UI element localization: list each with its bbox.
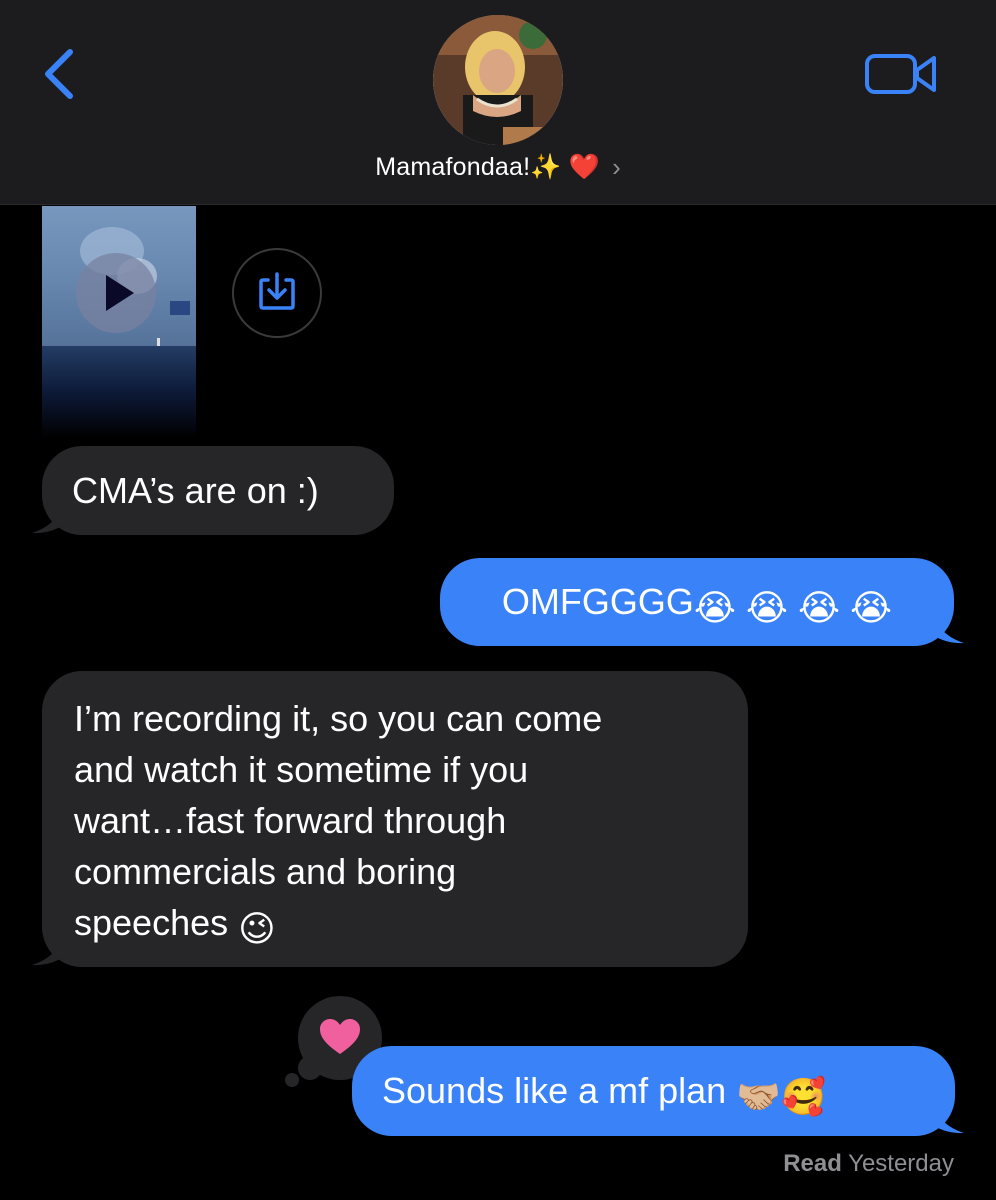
video-camera-icon (865, 54, 936, 94)
contact-name: Mamafondaa!✨ ❤️ (375, 152, 601, 181)
chevron-right-icon: › (612, 151, 621, 182)
handshake-smiling-hearts-emoji: 🤝🏼🥰 (736, 1076, 826, 1117)
play-icon (106, 275, 134, 311)
loudly-crying-emoji: 😭 😭 😭 😭 (693, 587, 893, 628)
conversation-header: Mamafondaa!✨ ❤️ › (0, 0, 996, 205)
save-video-button[interactable] (232, 248, 322, 338)
message-text: OMFGGGG (501, 581, 694, 622)
chevron-left-icon (45, 49, 73, 99)
bubble-tail (928, 610, 964, 644)
bubble-tail (928, 1100, 964, 1134)
contact-name-row[interactable]: Mamafondaa!✨ ❤️ › (0, 150, 996, 184)
winking-face-emoji: 😉 (238, 908, 276, 949)
read-status: Read (783, 1150, 842, 1177)
bubble-tail (32, 932, 68, 966)
read-time: Yesterday (848, 1150, 954, 1177)
video-attachment[interactable] (42, 206, 196, 438)
message-line: want…fast forward through (74, 800, 507, 841)
message-line: speeches (74, 902, 229, 943)
message-text: CMA’s are on :) (72, 470, 319, 511)
contact-avatar[interactable] (433, 15, 563, 145)
message-line: commercials and boring (74, 851, 457, 892)
facetime-button[interactable] (864, 50, 938, 98)
outgoing-message[interactable]: OMFGGGG😭 😭 😭 😭 (440, 558, 954, 646)
outgoing-message[interactable]: Sounds like a mf plan 🤝🏼🥰 (352, 1046, 955, 1136)
message-line: I’m recording it, so you can come (74, 698, 603, 739)
play-button[interactable] (76, 253, 156, 333)
message-text: Sounds like a mf plan (382, 1070, 727, 1111)
read-receipt: Read Yesterday (783, 1150, 954, 1178)
incoming-message[interactable]: I’m recording it, so you can come and wa… (42, 671, 748, 967)
download-icon (259, 272, 295, 310)
message-line: and watch it sometime if you (74, 749, 529, 790)
back-button[interactable] (38, 44, 82, 104)
incoming-message[interactable]: CMA’s are on :) (42, 446, 394, 535)
tapback-bubble-dot (285, 1073, 299, 1087)
bubble-tail (32, 500, 68, 534)
